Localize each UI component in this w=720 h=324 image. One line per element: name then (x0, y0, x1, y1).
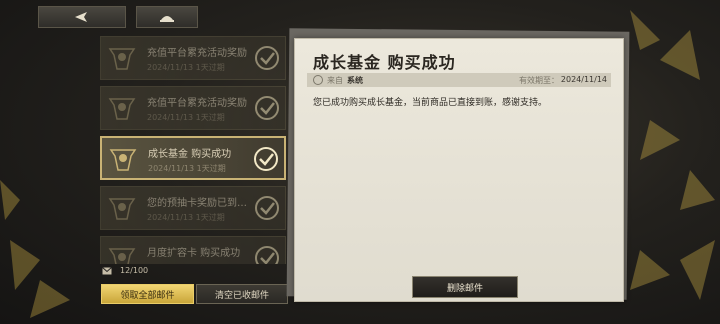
back-arrow-icon (75, 12, 87, 22)
mail-date: 2024/11/13 1天过期 (147, 213, 225, 222)
emblem-icon (108, 248, 136, 264)
mail-meta-bar: 来自 系统 有效期至： 2024/11/14 (307, 73, 611, 87)
mail-list[interactable]: 充值平台累充活动奖励 2024/11/13 1天过期 充值平台累充活动奖励 20… (100, 36, 288, 264)
mail-item[interactable]: 月度扩容卡 购买成功 (100, 236, 286, 264)
mail-item[interactable]: 充值平台累充活动奖励 2024/11/13 1天过期 (100, 86, 286, 130)
from-label: 来自 (327, 76, 343, 85)
mail-detail-title: 成长基金 购买成功 (313, 53, 456, 72)
mail-title: 成长基金 购买成功 (148, 149, 232, 160)
mail-item[interactable]: 您的预抽卡奖励已到… 2024/11/13 1天过期 (100, 186, 286, 230)
mail-date: 2024/11/13 1天过期 (147, 113, 225, 122)
mail-title: 充值平台累充活动奖励 (147, 98, 247, 109)
collect-all-button[interactable]: 领取全部邮件 (101, 284, 194, 304)
from-value: 系统 (347, 76, 363, 85)
mail-body: 您已成功购买成长基金，当前商品已直接到账，感谢支持。 (313, 98, 548, 108)
mail-detail-panel: 成长基金 购买成功 来自 系统 有效期至： 2024/11/14 您已成功购买成… (294, 38, 624, 302)
mail-item[interactable]: 充值平台累充活动奖励 2024/11/13 1天过期 (100, 36, 286, 80)
check-icon (255, 96, 279, 120)
check-icon (255, 246, 279, 264)
mail-date: 2024/11/13 1天过期 (147, 63, 225, 72)
envelope-icon (102, 266, 112, 274)
sender-icon (313, 75, 323, 85)
mail-count-text: 12/100 (120, 266, 149, 275)
home-button[interactable] (136, 6, 198, 28)
mailbox-count: 12/100 (102, 266, 148, 275)
emblem-icon (108, 198, 136, 220)
mail-title: 您的预抽卡奖励已到… (147, 198, 247, 209)
mail-date: 2024/11/13 1天过期 (148, 164, 226, 173)
mail-item-selected[interactable]: 成长基金 购买成功 2024/11/13 1天过期 (100, 136, 286, 180)
clear-read-button[interactable]: 清空已收邮件 (196, 284, 288, 304)
delete-mail-button[interactable]: 删除邮件 (412, 276, 518, 298)
expiry-value: 2024/11/14 (560, 75, 607, 84)
emblem-icon (108, 98, 136, 120)
mail-title: 月度扩容卡 购买成功 (147, 248, 241, 259)
check-icon (255, 46, 279, 70)
emblem-icon (109, 149, 137, 171)
check-icon (255, 196, 279, 220)
emblem-icon (108, 48, 136, 70)
mail-title: 充值平台累充活动奖励 (147, 48, 247, 59)
back-button[interactable] (38, 6, 126, 28)
home-icon (160, 16, 174, 22)
expiry-label: 有效期至： (519, 76, 559, 85)
check-icon (254, 147, 278, 171)
